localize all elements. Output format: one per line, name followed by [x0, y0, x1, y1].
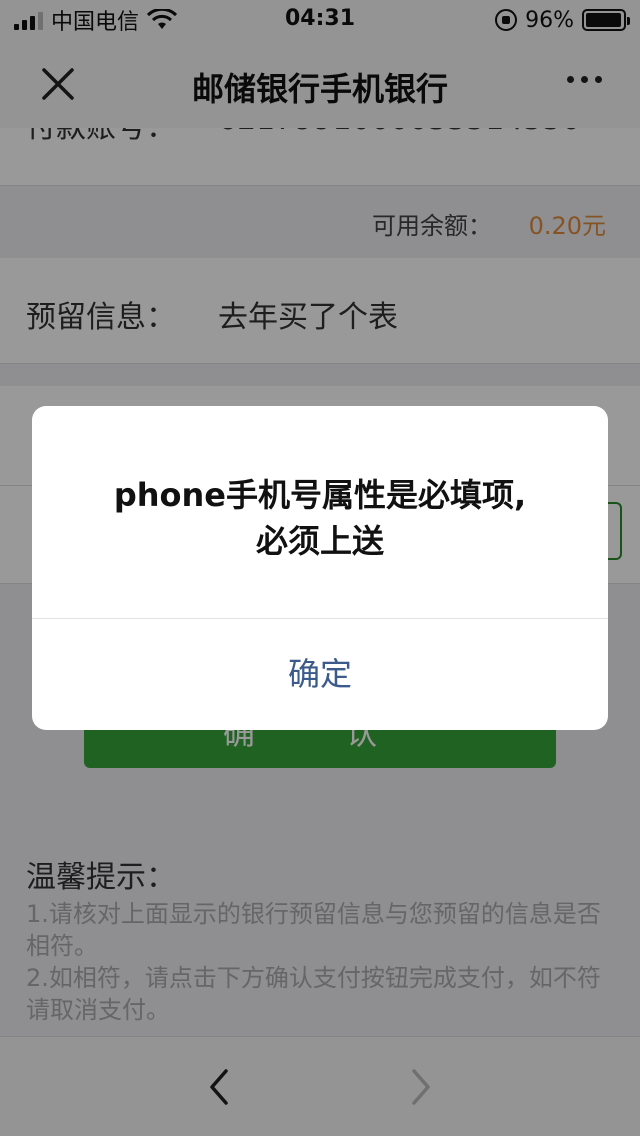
alert-dialog: phone手机号属性是必填项, 必须上送 确定 — [32, 406, 608, 730]
alert-message-line-1: phone手机号属性是必填项, — [113, 476, 527, 514]
alert-ok-button[interactable]: 确定 — [32, 619, 608, 730]
alert-message: phone手机号属性是必填项, 必须上送 — [32, 472, 608, 564]
alert-message-line-2: 必须上送 — [255, 522, 384, 560]
